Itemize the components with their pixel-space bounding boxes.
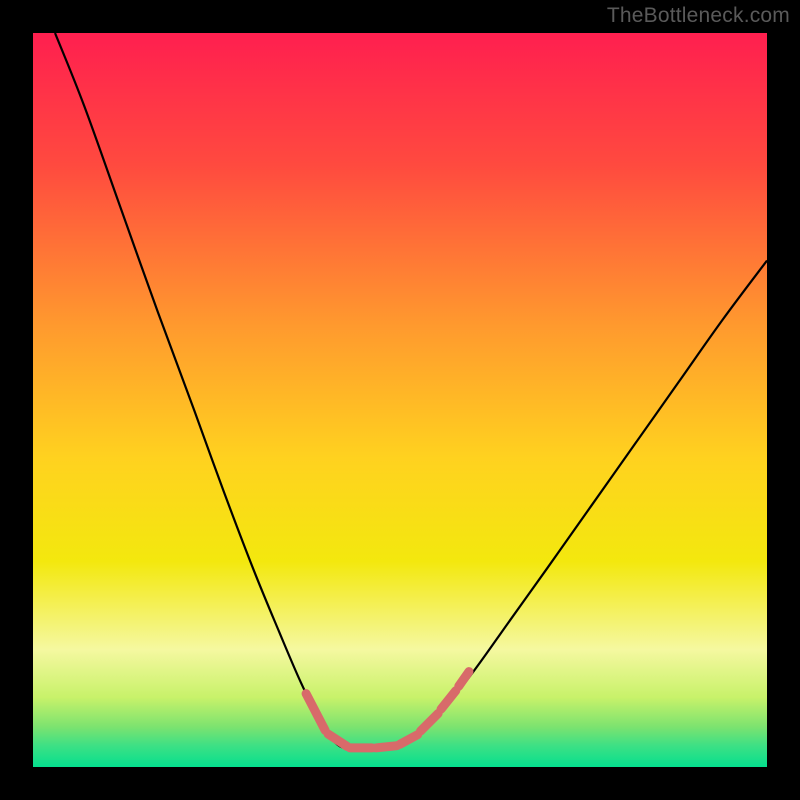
gradient-background xyxy=(33,33,767,767)
watermark-text: TheBottleneck.com xyxy=(607,4,790,28)
bottleneck-chart xyxy=(0,0,800,800)
marker-segment xyxy=(376,746,397,748)
chart-frame: { "watermark": "TheBottleneck.com", "cha… xyxy=(0,0,800,800)
